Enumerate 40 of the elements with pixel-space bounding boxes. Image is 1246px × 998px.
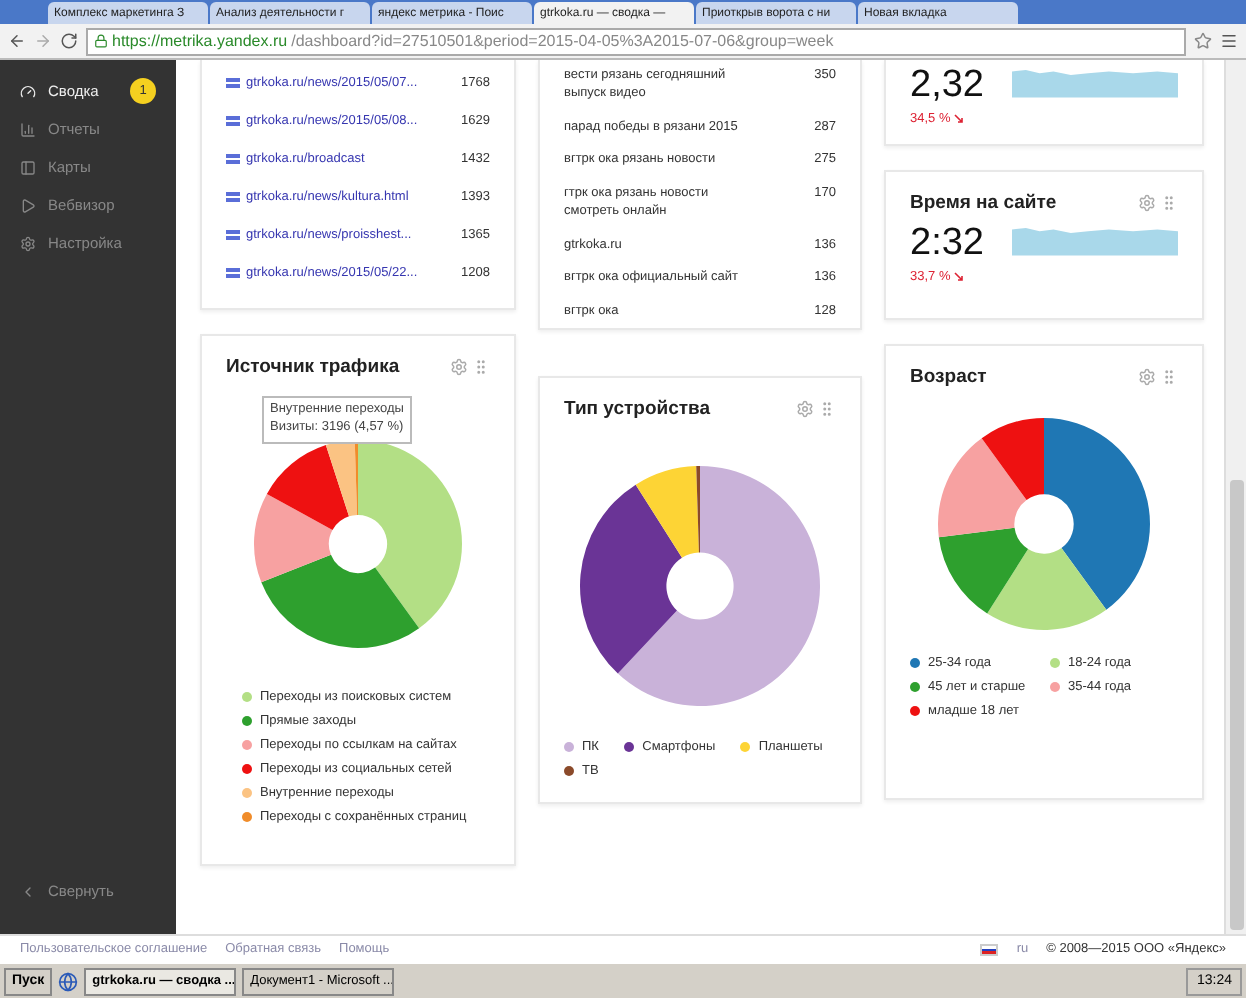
drag-handle-icon[interactable] — [1160, 194, 1178, 212]
down-arrow-icon — [954, 114, 965, 124]
chevron-left-icon — [20, 883, 36, 899]
card-title: Источник трафика — [226, 356, 400, 378]
forward-icon[interactable] — [34, 32, 52, 50]
drag-handle-icon[interactable] — [818, 400, 836, 418]
gauge-icon — [20, 83, 36, 99]
scrollbar-thumb[interactable] — [1229, 480, 1243, 930]
flag-icon — [226, 192, 240, 202]
flag-icon — [226, 154, 240, 164]
bar-chart-icon — [20, 121, 36, 137]
drag-handle-icon[interactable] — [472, 358, 490, 376]
settings-icon — [20, 235, 36, 251]
settings-icon[interactable] — [1138, 194, 1156, 212]
back-icon[interactable] — [8, 32, 26, 50]
star-icon[interactable] — [1194, 32, 1212, 50]
lock-icon — [94, 34, 108, 48]
flag-icon — [226, 230, 240, 240]
flag-icon — [980, 943, 999, 955]
card-title: Тип устройства — [564, 398, 711, 420]
settings-icon[interactable] — [796, 400, 814, 418]
pie-slice — [938, 527, 1029, 614]
flag-icon — [226, 116, 240, 126]
metric-value: 2,32 — [910, 64, 984, 108]
metric-value: 2:32 — [910, 222, 984, 266]
menu-icon[interactable] — [1220, 32, 1238, 50]
globe-icon[interactable] — [58, 971, 79, 991]
address-field[interactable]: https://metrika.yandex.ru /dashboard?id=27510501&period=2015-04-05%3A2015-07-06&group=week — [86, 27, 1186, 55]
card-title: Возраст — [910, 366, 987, 388]
down-arrow-icon — [954, 272, 965, 282]
settings-icon[interactable] — [1138, 368, 1156, 386]
panel-icon — [20, 159, 36, 175]
drag-handle-icon[interactable] — [1160, 368, 1178, 386]
flag-icon — [226, 78, 240, 88]
play-icon — [20, 197, 36, 213]
pie-slice — [938, 438, 1027, 538]
settings-icon[interactable] — [450, 358, 468, 376]
flag-icon — [226, 268, 240, 278]
reload-icon[interactable] — [60, 32, 78, 50]
card-title: Время на сайте — [910, 192, 1057, 214]
